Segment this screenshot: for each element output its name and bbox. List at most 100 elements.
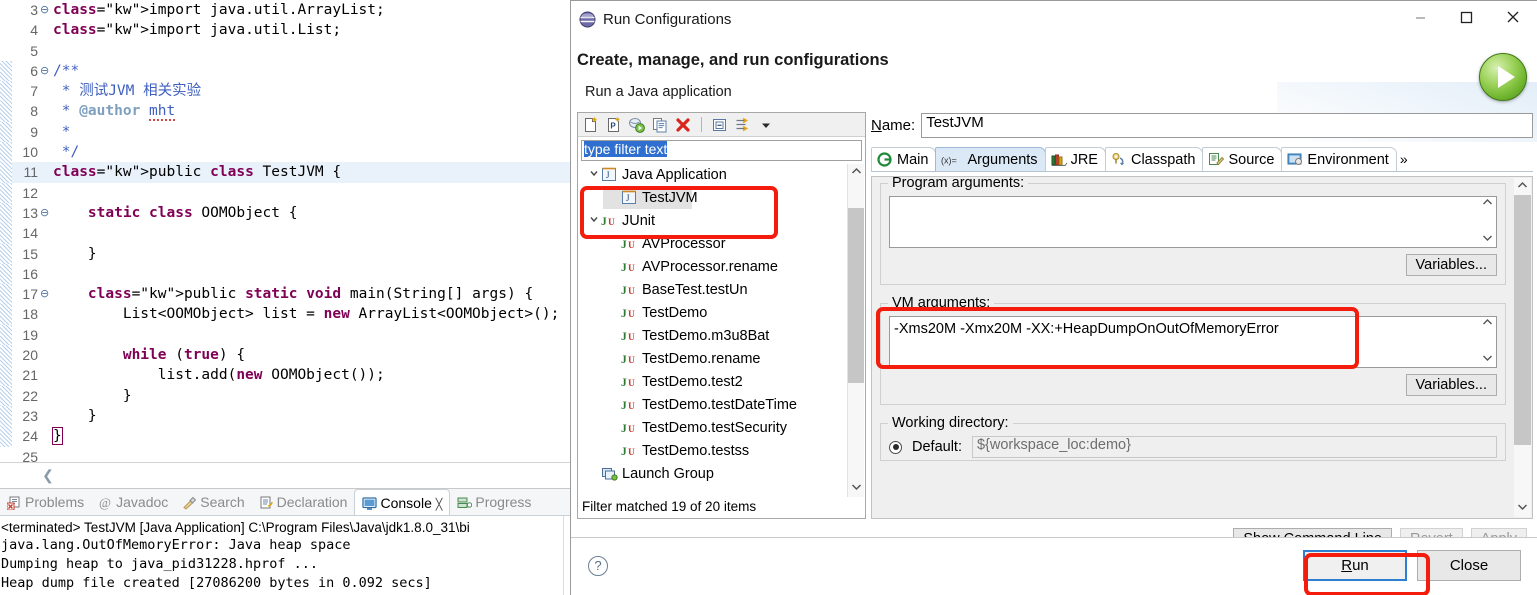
code-line[interactable]: 20 while (true) { [0,345,572,366]
program-arguments-input[interactable] [889,196,1497,248]
tree-item-testdemo-testss[interactable]: J U TestDemo.testss [579,440,864,463]
vm-args-scroll-up-icon[interactable] [1482,317,1493,331]
tree-item-avprocessor-rename[interactable]: J U AVProcessor.rename [579,256,864,279]
config-panel-scrollbar[interactable] [1514,178,1531,517]
run-button[interactable]: Run [1303,550,1407,581]
working-directory-default-radio[interactable] [889,440,902,454]
tree-toolbar[interactable]: P [578,113,865,137]
code-line[interactable]: 25 [0,447,572,462]
new-launch-configuration-icon[interactable] [582,116,600,134]
close-dialog-button[interactable]: Close [1417,550,1521,581]
tree-scroll-up-icon[interactable] [848,164,864,181]
view-tab-console[interactable]: Console ╳ [354,489,451,515]
view-menu-chevron-icon[interactable] [757,116,775,134]
collapse-all-icon[interactable] [711,116,729,134]
config-tab-main[interactable]: Main [871,147,937,171]
tree-item-testdemo-test2[interactable]: J U TestDemo.test2 [579,371,864,394]
fold-toggle-icon[interactable]: ⊖ [40,0,53,20]
config-tab-source[interactable]: Source [1202,147,1283,171]
eclipse-code-editor[interactable]: 3 ⊖ class="kw">import java.util.ArrayList;… [0,0,572,595]
code-line[interactable]: 14 [0,223,572,244]
vm-arguments-input[interactable]: -Xms20M -Xmx20M -XX:+HeapDumpOnOutOfMemo… [889,316,1497,368]
name-input[interactable]: TestJVM [921,113,1533,138]
code-line[interactable]: 6 ⊖/** [0,60,572,82]
tree-item-avprocessor[interactable]: J U AVProcessor [579,233,864,256]
fold-toggle-icon[interactable]: ⊖ [40,284,53,304]
code-line[interactable]: 15 } [0,243,572,264]
code-line[interactable]: 24} [0,426,572,447]
minimize-button[interactable] [1397,1,1443,33]
code-line[interactable]: 8 * @author mht [0,101,572,122]
tree-item-testdemo[interactable]: J U TestDemo [579,302,864,325]
launch-config-tree-panel[interactable]: P type filter text J Java Application J … [577,112,866,519]
vm-args-scroll-down-icon[interactable] [1482,353,1493,367]
tree-item-testdemo-rename[interactable]: J U TestDemo.rename [579,348,864,371]
config-tab-classpath[interactable]: Classpath [1104,147,1204,171]
filter-icon[interactable] [734,116,752,134]
maximize-button[interactable] [1443,1,1489,33]
vm-arguments-scrollbar[interactable] [1479,317,1496,367]
view-tab-search[interactable]: Search [175,489,251,515]
code-line[interactable]: 23 } [0,405,572,427]
delete-icon[interactable] [674,116,692,134]
config-tab--[interactable]: » [1396,147,1412,171]
console-output[interactable]: java.lang.OutOfMemoryError: Java heap sp… [1,536,563,593]
code-line[interactable]: 3 ⊖ class="kw">import java.util.ArrayList; [0,0,572,20]
code-line[interactable]: 9 * [0,121,572,143]
tree-items[interactable]: J Java Application J TestJVM J U JUnit J U AVProc… [579,164,864,486]
program-arguments-scrollbar[interactable] [1479,197,1496,247]
tree-item-testdemo-testdatetime[interactable]: J U TestDemo.testDateTime [579,394,864,417]
view-tab-declaration[interactable]: Declaration [252,489,355,515]
fold-toggle-icon[interactable]: ⊖ [40,203,53,223]
duplicate-icon[interactable] [651,116,669,134]
new-prototype-icon[interactable]: P [605,116,623,134]
code-line[interactable]: 16 [0,263,572,285]
vm-arguments-variables-button[interactable]: Variables... [1405,374,1497,396]
code-line[interactable]: 13 ⊖ static class OOMObject { [0,202,572,224]
code-line[interactable]: 22 } [0,385,572,406]
export-launch-icon[interactable] [628,116,646,134]
help-question-icon[interactable]: ? [588,556,608,576]
view-tab-problems[interactable]: Problems [0,489,91,515]
tree-item-testjvm[interactable]: J TestJVM [579,187,864,210]
config-tab-bar[interactable]: Main (x)= Arguments JRE Classpath Source Envir… [871,147,1533,172]
tree-scroll-down-icon[interactable] [848,480,864,497]
code-line[interactable]: 17 ⊖ class="kw">public static void main(S… [0,284,572,305]
config-scrollbar-thumb[interactable] [1514,195,1531,445]
tree-item-testdemo-m3u8bat[interactable]: J U TestDemo.m3u8Bat [579,325,864,348]
code-line[interactable]: 11 class="kw">public class TestJVM { [0,162,572,183]
code-line[interactable]: 18 List<OOMObject> list = new ArrayList<… [0,304,572,325]
code-line[interactable]: 21 list.add(new OOMObject()); [0,365,572,386]
filter-input[interactable]: type filter text [581,140,862,161]
code-line[interactable]: 10 */ [0,142,572,163]
scroll-left-icon[interactable]: ❮ [40,467,56,483]
config-scroll-up-icon[interactable] [1514,178,1531,195]
bottom-view-tab-bar[interactable]: Problems @ Javadoc Search Declaration Console… [0,489,572,516]
tree-item-launch-group[interactable]: Launch Group [579,463,864,486]
tree-scrollbar-thumb[interactable] [848,208,864,383]
working-directory-default-input[interactable]: ${workspace_loc:demo} [971,436,1497,458]
tree-item-testdemo-testsecurity[interactable]: J U TestDemo.testSecurity [579,417,864,440]
prog-args-scroll-up-icon[interactable] [1482,197,1493,211]
editor-horizontal-scrollbar[interactable]: ❮ [0,462,572,488]
code-lines[interactable]: 3 ⊖ class="kw">import java.util.ArrayList;… [0,0,572,462]
tree-scroll-area[interactable]: J Java Application J TestJVM J U JUnit J U AVProc… [579,164,864,497]
tree-item-junit[interactable]: J U JUnit [579,210,864,233]
code-line[interactable]: 5 [0,41,572,61]
config-scroll-down-icon[interactable] [1514,500,1531,517]
view-tab-progress[interactable]: Progress [450,489,538,515]
close-button[interactable] [1489,1,1537,33]
tree-twisty-icon[interactable] [587,210,601,233]
tree-item-basetest-testun[interactable]: J U BaseTest.testUn [579,279,864,302]
view-tab-javadoc[interactable]: @ Javadoc [91,489,175,515]
program-arguments-variables-button[interactable]: Variables... [1405,254,1497,276]
fold-toggle-icon[interactable]: ⊖ [40,61,53,81]
tree-item-java-application[interactable]: J Java Application [579,164,864,187]
working-directory-default-row[interactable]: Default: ${workspace_loc:demo} [889,436,1497,458]
config-tab-arguments[interactable]: (x)= Arguments [935,147,1046,171]
config-tab-jre[interactable]: JRE [1044,147,1106,171]
close-view-icon[interactable]: ╳ [436,499,443,511]
code-scroll-area[interactable]: 3 ⊖ class="kw">import java.util.ArrayList;… [0,0,572,462]
window-controls[interactable] [1397,1,1537,33]
prog-args-scroll-down-icon[interactable] [1482,233,1493,247]
